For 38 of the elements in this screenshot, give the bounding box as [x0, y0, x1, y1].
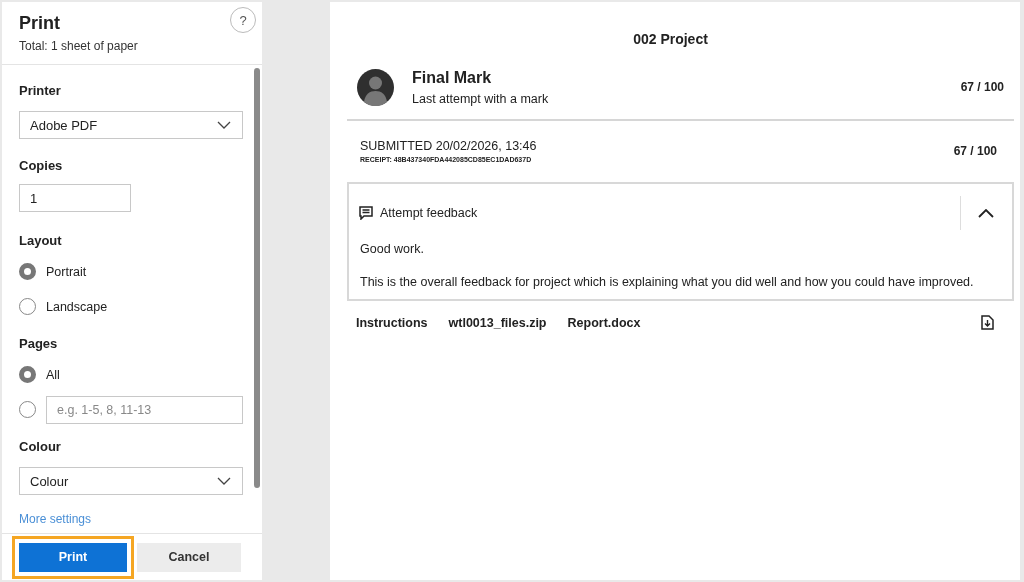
submitted-date: SUBMITTED 20/02/2026, 13:46	[360, 139, 537, 153]
cancel-button[interactable]: Cancel	[137, 542, 241, 572]
feedback-text: Good work.	[360, 242, 425, 256]
score: 67 / 100	[960, 80, 1004, 94]
section-label: Layout	[19, 233, 62, 248]
comment-icon	[359, 206, 373, 220]
copies-field[interactable]: 1	[19, 184, 131, 212]
section-label: Pages	[19, 336, 58, 351]
radio-button[interactable]	[19, 366, 36, 383]
radio-label: All	[46, 367, 60, 382]
mark-title: Final Mark	[412, 68, 492, 87]
file-link[interactable]: wtl0013_files.zip	[448, 315, 547, 330]
score: 67 / 100	[953, 144, 997, 158]
sheet-count: Total: 1 sheet of paper	[19, 39, 138, 53]
printer-dropdown[interactable]: Adobe PDF	[19, 111, 243, 139]
colour-dropdown[interactable]: Colour	[19, 467, 243, 495]
mark-subtitle: Last attempt with a mark	[412, 91, 549, 106]
download-icon[interactable]	[981, 315, 994, 330]
page-title: 002 Project	[633, 31, 708, 47]
scrollbar-thumb[interactable]	[254, 68, 260, 488]
file-link[interactable]: Report.docx	[567, 315, 641, 330]
radio-button[interactable]	[19, 263, 36, 280]
collapse-icon[interactable]	[978, 208, 994, 218]
page-range-field[interactable]: e.g. 1-5, 8, 11-13	[46, 395, 243, 424]
feedback-title: Attempt feedback	[380, 206, 479, 220]
section-label: Printer	[19, 83, 61, 98]
section-label: Copies	[19, 158, 63, 173]
print-button[interactable]: Print	[12, 535, 134, 579]
chevron-down-icon	[217, 477, 231, 485]
radio-label: Landscape	[46, 299, 108, 314]
radio-label: Portrait	[46, 264, 87, 279]
more-settings-link[interactable]: More settings	[19, 512, 92, 526]
feedback-text: This is the overall feedback for project which is explaining what you did well and how you could have improved.	[360, 275, 975, 289]
chevron-down-icon	[217, 121, 231, 129]
section-label: Colour	[19, 439, 61, 454]
dialog-title: Print	[19, 13, 60, 34]
file-link[interactable]: Instructions	[356, 315, 428, 330]
avatar-icon	[357, 68, 394, 106]
